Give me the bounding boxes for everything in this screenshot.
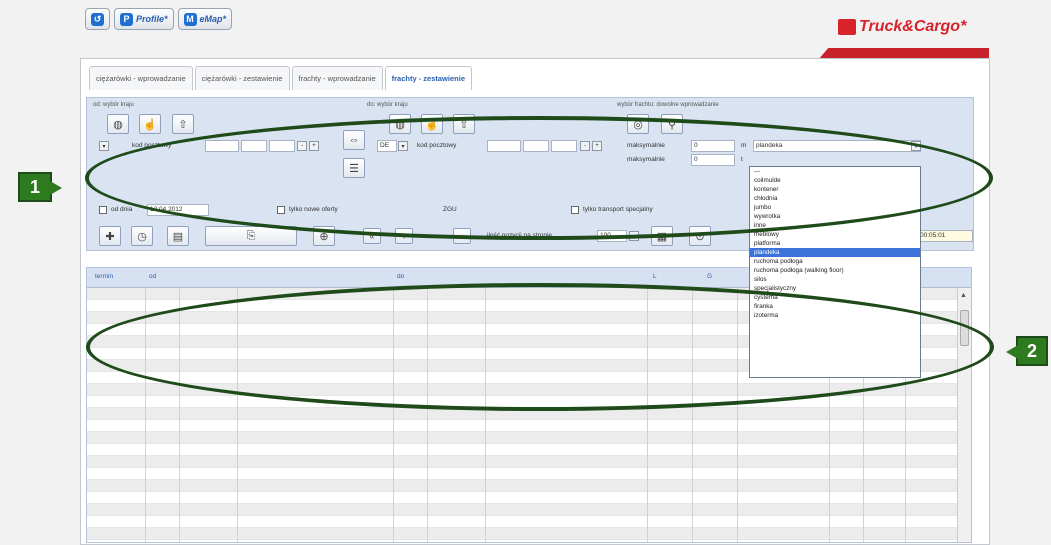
- pin-icon[interactable]: ✚: [99, 226, 121, 246]
- emap-label: eMap*: [199, 14, 227, 24]
- table-row[interactable]: [87, 492, 971, 504]
- table-row[interactable]: [87, 480, 971, 492]
- annotation-ellipse-1: [85, 116, 993, 240]
- brand-name: Truck&Cargo*: [859, 18, 967, 35]
- vehicle-select-label: wybór frachtu: dowolne wprowadzanie: [617, 102, 719, 108]
- col-g[interactable]: G: [707, 273, 712, 280]
- date-checkbox[interactable]: [99, 206, 107, 214]
- dropdown-option[interactable]: ruchoma podłoga: [750, 257, 920, 266]
- hand-icon[interactable]: ☝: [139, 114, 161, 134]
- table-row[interactable]: [87, 516, 971, 528]
- table-row[interactable]: [87, 468, 971, 480]
- tab-trucks-list[interactable]: ciężarówki - zestawienie: [194, 66, 290, 90]
- profile-icon: P: [120, 12, 133, 26]
- from-country-dropdown[interactable]: ▾: [99, 141, 109, 151]
- clock-icon[interactable]: ◷: [131, 226, 153, 246]
- annotation-ellipse-2: [86, 283, 994, 411]
- table-row[interactable]: [87, 432, 971, 444]
- from-country-label: od: wybór kraju: [93, 102, 134, 108]
- profile-button[interactable]: P Profile*: [114, 8, 174, 30]
- time-display: 00:05:01: [917, 230, 973, 242]
- col-termin[interactable]: termin: [95, 273, 113, 280]
- col-l[interactable]: L: [653, 273, 657, 280]
- tab-freight-entry[interactable]: frachty - wprowadzanie: [291, 66, 383, 90]
- profile-label: Profile*: [136, 14, 168, 24]
- annotation-badge-1: 1: [18, 172, 62, 202]
- globe-icon[interactable]: ◍: [107, 114, 129, 134]
- tab-freight-list[interactable]: frachty - zestawienie: [384, 66, 472, 90]
- refresh-icon: ↺: [91, 12, 104, 26]
- map-icon: M: [183, 12, 197, 26]
- date-label: od dnia: [111, 206, 133, 213]
- dropdown-option[interactable]: silos: [750, 275, 920, 284]
- col-od[interactable]: od: [149, 273, 156, 280]
- dropdown-option[interactable]: meblowy: [750, 230, 920, 239]
- tab-trucks-entry[interactable]: ciężarówki - wprowadzanie: [89, 66, 193, 90]
- to-country-label: do: wybór kraju: [367, 102, 408, 108]
- dropdown-option[interactable]: plandeka: [750, 248, 920, 257]
- annotation-badge-2: 2: [1006, 336, 1048, 366]
- truck-logo-icon: [838, 19, 856, 35]
- brand-logo: Truck&Cargo*: [838, 18, 966, 36]
- table-row[interactable]: [87, 444, 971, 456]
- table-row[interactable]: [87, 456, 971, 468]
- table-row[interactable]: [87, 420, 971, 432]
- dropdown-option[interactable]: ruchoma podłoga (walking floor): [750, 266, 920, 275]
- table-row[interactable]: [87, 504, 971, 516]
- scroll-up-icon[interactable]: ▲: [960, 292, 967, 299]
- table-row[interactable]: [87, 528, 971, 540]
- top-toolbar: ↺ P Profile* MeMap*: [85, 8, 233, 30]
- upload-icon[interactable]: ⇧: [172, 114, 194, 134]
- dropdown-option[interactable]: platforma: [750, 239, 920, 248]
- tab-bar: ciężarówki - wprowadzanie ciężarówki - z…: [89, 66, 472, 90]
- print-icon[interactable]: ▤: [167, 226, 189, 246]
- col-do[interactable]: do: [397, 273, 404, 280]
- emap-button[interactable]: MeMap*: [177, 8, 233, 30]
- back-button[interactable]: ↺: [85, 8, 110, 30]
